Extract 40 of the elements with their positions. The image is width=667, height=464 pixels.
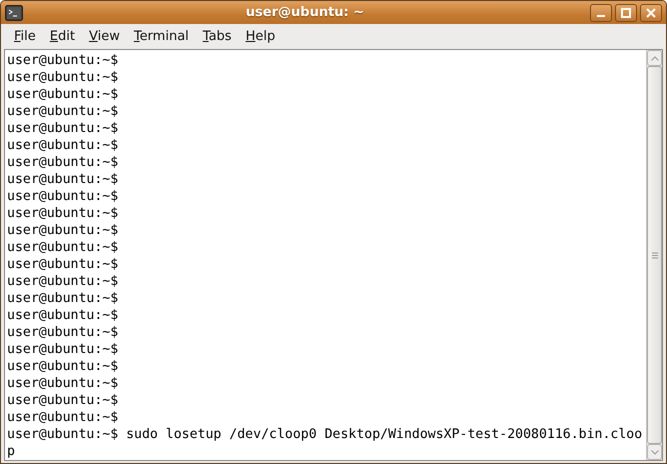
terminal-line: user@ubuntu:~$ [7, 409, 120, 426]
terminal-line: user@ubuntu:~$ [7, 222, 120, 239]
menu-item[interactable]: Tabs [196, 24, 239, 48]
terminal-line: user@ubuntu:~$ [7, 137, 120, 154]
terminal-line: user@ubuntu:~$ [7, 273, 120, 290]
menu-item[interactable]: Help [238, 24, 282, 48]
terminal-line: p [7, 443, 16, 460]
window-title: user@ubuntu: ~ [244, 4, 366, 22]
close-button[interactable] [640, 4, 662, 22]
terminal-line: user@ubuntu:~$ [7, 392, 120, 409]
close-icon [646, 8, 656, 18]
menu-item[interactable]: Edit [42, 24, 82, 48]
terminal-line: user@ubuntu:~$ [7, 205, 120, 222]
terminal-line: user@ubuntu:~$ [7, 341, 120, 358]
terminal-line: user@ubuntu:~$ [7, 69, 120, 86]
menu-item[interactable]: Terminal [126, 24, 196, 48]
terminal-line: user@ubuntu:~$ [7, 358, 120, 375]
scroll-down-icon[interactable] [650, 450, 658, 454]
minimize-icon [597, 14, 605, 16]
maximize-button[interactable] [615, 4, 637, 22]
terminal-line: user@ubuntu:~$ [7, 307, 120, 324]
terminal-line: user@ubuntu:~$ [7, 256, 120, 273]
maximize-icon [621, 8, 631, 18]
terminal-line: user@ubuntu:~$ [7, 120, 120, 137]
terminal-line: user@ubuntu:~$ [7, 154, 120, 171]
minimize-button[interactable] [590, 4, 612, 22]
menu-item[interactable]: File [7, 24, 43, 48]
terminal-line: user@ubuntu:~$ [7, 324, 120, 341]
menu-item[interactable]: View [82, 24, 127, 48]
terminal-line: user@ubuntu:~$ [7, 171, 120, 188]
terminal-line: user@ubuntu:~$ [7, 86, 120, 103]
terminal-line: user@ubuntu:~$ [7, 239, 120, 256]
terminal-line: user@ubuntu:~$ sudo losetup /dev/cloop0 Desktop/WindowsXP-test-20080116.bin.cloo [7, 426, 644, 443]
terminal-line: user@ubuntu:~$ [7, 290, 120, 307]
terminal-line: user@ubuntu:~$ [7, 188, 120, 205]
terminal-line: user@ubuntu:~$ [7, 103, 120, 120]
scroll-up-icon[interactable] [650, 56, 658, 60]
terminal-icon [5, 4, 23, 20]
terminal-line: user@ubuntu:~$ [7, 375, 120, 392]
terminal-line: user@ubuntu:~$ [7, 52, 120, 69]
